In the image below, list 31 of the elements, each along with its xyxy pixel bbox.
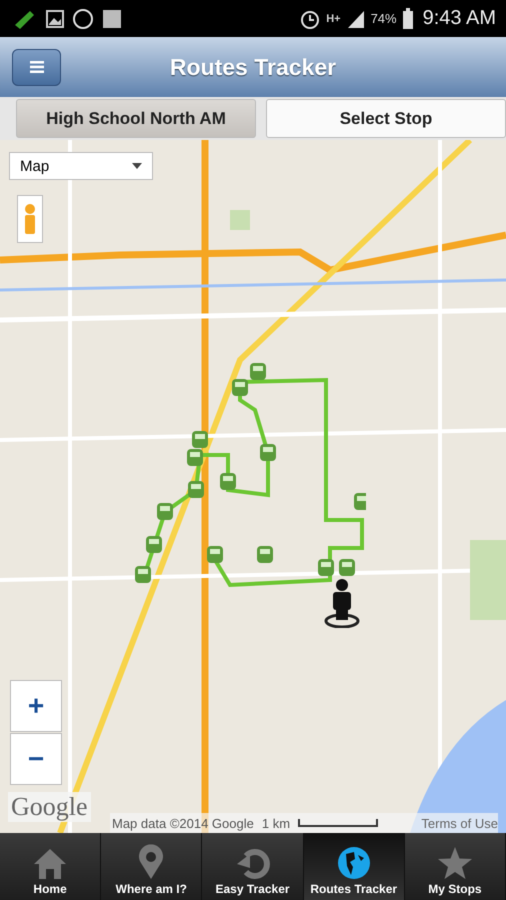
signal-icon xyxy=(346,8,366,28)
segment-tab[interactable]: Select Stop xyxy=(266,99,506,138)
battery-icon xyxy=(402,8,414,30)
network-label: H+ xyxy=(326,12,341,24)
person-icon xyxy=(324,578,360,628)
map-type-select[interactable]: Map xyxy=(9,152,153,180)
menu-icon xyxy=(30,61,44,73)
zoom-in-button[interactable]: + xyxy=(10,680,62,732)
menu-button[interactable] xyxy=(12,48,61,86)
pegman-icon xyxy=(23,204,37,234)
dropdown-icon xyxy=(132,163,142,169)
nav-tab[interactable]: Routes Tracker xyxy=(304,833,405,900)
zoom-out-button[interactable]: − xyxy=(10,733,62,785)
star-icon xyxy=(436,846,473,880)
nav-tab[interactable]: Easy Tracker xyxy=(202,833,304,900)
battery-percent: 74% xyxy=(370,11,397,26)
image-icon xyxy=(46,10,64,28)
page-title: Routes Tracker xyxy=(168,54,338,80)
map-logo: Google xyxy=(8,792,91,822)
segment-tab[interactable]: High School North AM xyxy=(16,99,256,138)
home-icon xyxy=(33,848,68,880)
refresh-icon xyxy=(236,846,270,880)
nav-tab[interactable]: Where am I? xyxy=(101,833,202,900)
clock: 9:43 AM xyxy=(422,7,496,30)
terms-link[interactable]: Terms of Use xyxy=(421,816,498,830)
nav-tab[interactable]: My Stops xyxy=(404,833,506,900)
location-pin-icon xyxy=(138,844,164,880)
nav-tab[interactable]: Home xyxy=(0,833,102,900)
scale-label: 1 km xyxy=(262,816,290,830)
map-attribution: Map data ©2014 Google xyxy=(112,816,254,830)
globe-icon xyxy=(336,846,371,880)
